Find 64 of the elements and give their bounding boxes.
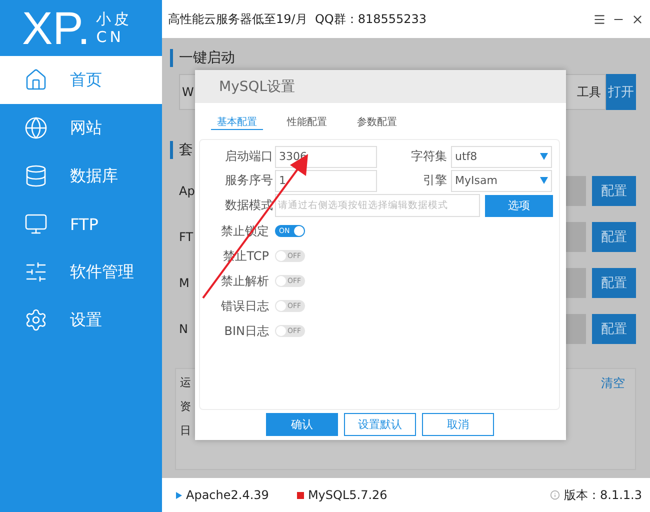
dialog-button[interactable]: 取消 — [422, 413, 494, 436]
notice-text: 高性能云服务器低至19/月 QQ群：818555233 — [168, 10, 427, 28]
tab[interactable]: 性能配置 — [281, 115, 333, 130]
log-line: 资 — [180, 399, 191, 414]
stop-icon[interactable] — [296, 492, 304, 498]
options-button[interactable]: 选项 — [485, 194, 553, 216]
field-label: 引擎 — [422, 172, 448, 189]
close-icon[interactable] — [631, 12, 644, 26]
service-label: MySQL5.7.26 — [308, 488, 388, 502]
nav-item[interactable]: 设置 — [0, 296, 162, 344]
action-button[interactable] — [564, 222, 586, 252]
section-title: 一键启动 — [179, 49, 235, 67]
caret-icon — [540, 177, 548, 184]
switch-label: 错误日志 — [220, 298, 270, 314]
config-button[interactable]: 配置 — [592, 176, 636, 206]
database-icon — [24, 164, 48, 188]
suite-label: Ap — [179, 184, 195, 198]
dialog-button[interactable]: 设置默认 — [344, 413, 416, 436]
select-field[interactable]: MyIsam — [451, 170, 552, 192]
play-icon[interactable] — [176, 492, 182, 498]
version-text: 版本：8.1.1.3 — [564, 486, 642, 504]
logo-text: 小皮 — [96, 10, 132, 27]
dialog-title: MySQL设置 — [219, 78, 296, 96]
logo-text: XP. — [22, 5, 90, 51]
suite-label: N — [179, 322, 188, 336]
caret-icon — [540, 153, 548, 160]
log-line: 运 — [180, 375, 191, 390]
action-button[interactable] — [564, 268, 586, 298]
nav-item[interactable]: 软件管理 — [0, 248, 162, 296]
nav-item[interactable]: 网站 — [0, 104, 162, 152]
config-button[interactable]: 配置 — [592, 222, 636, 252]
logo-text: CN — [96, 29, 125, 46]
field-label: 启动端口 — [224, 148, 274, 165]
nav-item[interactable]: 首页 — [0, 56, 162, 104]
info-icon — [550, 490, 560, 500]
suite-label: M — [179, 276, 190, 290]
switch-label: 禁止解析 — [220, 272, 270, 290]
tab[interactable]: 基本配置 — [211, 115, 263, 130]
service-label: Apache2.4.39 — [186, 488, 269, 502]
action-button[interactable] — [564, 176, 586, 206]
monitor-icon — [24, 212, 48, 236]
open-button[interactable]: 打开 — [606, 74, 636, 110]
field-label: 字符集 — [410, 148, 448, 165]
globe-icon — [24, 116, 48, 140]
action-button[interactable] — [564, 314, 586, 344]
tab[interactable]: 参数配置 — [351, 115, 403, 130]
clear-link[interactable]: 清空 — [601, 375, 625, 463]
home-icon — [24, 68, 48, 92]
nav-item[interactable]: FTP — [0, 200, 162, 248]
menu-icon[interactable] — [593, 12, 606, 26]
section-title: 套 — [179, 141, 193, 159]
select-field[interactable]: utf8 — [451, 146, 552, 168]
suite-label: FT — [179, 230, 194, 244]
input-field[interactable]: 1 — [275, 170, 377, 192]
dialog-button[interactable]: 确认 — [266, 413, 338, 436]
gear-icon — [24, 308, 48, 332]
config-button[interactable]: 配置 — [592, 314, 636, 344]
sliders-icon — [24, 260, 48, 284]
input-field[interactable]: 请通过右侧选项按钮选择编辑数据模式 — [275, 194, 480, 217]
switch-label: BIN日志 — [223, 322, 270, 340]
field-label: 服务序号 — [224, 172, 274, 189]
config-button[interactable]: 配置 — [592, 268, 636, 298]
nav-item[interactable]: 数据库 — [0, 152, 162, 200]
log-line: 日 — [180, 423, 191, 438]
